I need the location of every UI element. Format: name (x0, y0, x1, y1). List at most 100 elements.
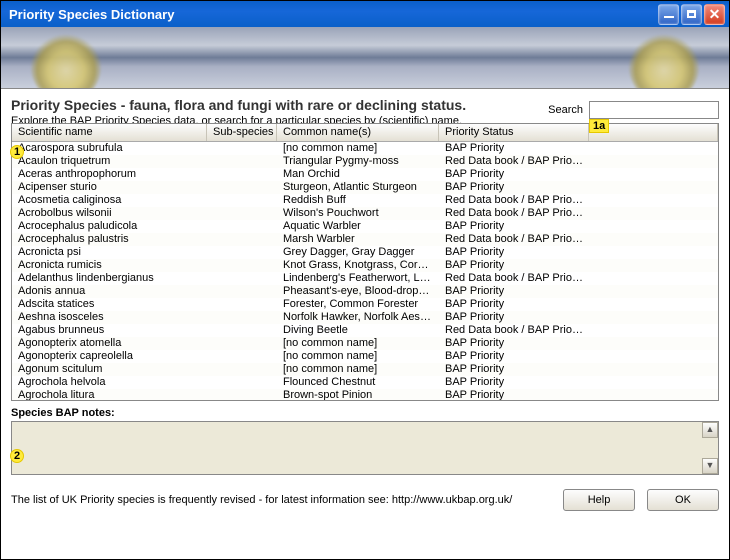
help-button[interactable]: Help (563, 489, 635, 511)
table-cell: Acipenser sturio (12, 181, 207, 194)
table-cell: Acrocephalus palustris (12, 233, 207, 246)
table-row[interactable]: Agrochola lituraBrown-spot PinionBAP Pri… (12, 389, 718, 401)
table-cell (207, 363, 277, 376)
table-cell: Agrochola helvola (12, 376, 207, 389)
table-row[interactable]: Agabus brunneusDiving BeetleRed Data boo… (12, 324, 718, 337)
table-cell (207, 311, 277, 324)
table-cell: Acrocephalus paludicola (12, 220, 207, 233)
table-cell (207, 259, 277, 272)
table-cell: Knot Grass, Knotgrass, Cornfield Kn... (277, 259, 439, 272)
table-cell: Acosmetia caliginosa (12, 194, 207, 207)
annotation-2: 2 (10, 449, 24, 463)
table-row[interactable]: Agonopterix atomella[no common name]BAP … (12, 337, 718, 350)
table-cell (207, 246, 277, 259)
col-scientific[interactable]: Scientific name (12, 124, 207, 141)
table-cell: Adscita statices (12, 298, 207, 311)
scroll-up-icon[interactable]: ▲ (702, 422, 718, 438)
table-row[interactable]: Acaulon triquetrum Triangular Pygmy-mossR… (12, 155, 718, 168)
search-input[interactable] (589, 101, 719, 119)
table-row[interactable]: Aeshna isoscelesNorfolk Hawker, Norfolk … (12, 311, 718, 324)
table-cell: Diving Beetle (277, 324, 439, 337)
table-cell: Red Data book / BAP Priority (439, 272, 589, 285)
table-cell: Lindenberg's Featherwort, Lindenbe... (277, 272, 439, 285)
table-row[interactable]: Agrochola helvola Flounced ChestnutBAP Pr… (12, 376, 718, 389)
table-cell (207, 285, 277, 298)
annotation-1: 1 (10, 145, 24, 159)
table-cell: [no common name] (277, 363, 439, 376)
table-cell (207, 272, 277, 285)
table-row[interactable]: Aceras anthropophorumMan OrchidBAP Prior… (12, 168, 718, 181)
col-subspecies[interactable]: Sub-species (207, 124, 277, 141)
table-cell: Flounced Chestnut (277, 376, 439, 389)
table-row[interactable]: Agonopterix capreolella[no common name]B… (12, 350, 718, 363)
table-row[interactable]: Acronicta rumicis Knot Grass, Knotgrass, … (12, 259, 718, 272)
table-cell: Acronicta psi (12, 246, 207, 259)
table-cell: Aceras anthropophorum (12, 168, 207, 181)
table-cell (207, 168, 277, 181)
table-cell: BAP Priority (439, 337, 589, 350)
table-cell: [no common name] (277, 142, 439, 155)
table-row[interactable]: Agonum scitulum[no common name]BAP Prior… (12, 363, 718, 376)
table-cell: BAP Priority (439, 285, 589, 298)
table-row[interactable]: Acrocephalus palustris Marsh WarblerRed D… (12, 233, 718, 246)
table-cell (207, 350, 277, 363)
table-cell (207, 181, 277, 194)
table-cell: Triangular Pygmy-moss (277, 155, 439, 168)
table-cell: Acaulon triquetrum (12, 155, 207, 168)
table-cell: BAP Priority (439, 311, 589, 324)
table-cell: Red Data book / BAP Priority (439, 324, 589, 337)
table-row[interactable]: Acosmetia caliginosaReddish BuffRed Data… (12, 194, 718, 207)
notes-scrollbar[interactable]: ▲ ▼ (702, 422, 718, 474)
scroll-down-icon[interactable]: ▼ (702, 458, 718, 474)
table-cell: Agonopterix atomella (12, 337, 207, 350)
minimize-button[interactable] (658, 4, 679, 25)
table-cell: Red Data book / BAP Priority (439, 233, 589, 246)
table-cell (207, 142, 277, 155)
species-grid: Scientific name Sub-species Common name(… (11, 123, 719, 401)
col-status[interactable]: Priority Status (439, 124, 589, 141)
table-cell: [no common name] (277, 350, 439, 363)
notes-textarea[interactable]: ▲ ▼ (11, 421, 719, 475)
close-button[interactable]: ✕ (704, 4, 725, 25)
table-row[interactable]: Acrocephalus paludicolaAquatic WarblerBA… (12, 220, 718, 233)
table-row[interactable]: Adscita statices Forester, Common Foreste… (12, 298, 718, 311)
table-cell: Red Data book / BAP Priority (439, 155, 589, 168)
table-cell: BAP Priority (439, 181, 589, 194)
table-cell: Acronicta rumicis (12, 259, 207, 272)
table-cell: BAP Priority (439, 389, 589, 401)
table-cell: Red Data book / BAP Priority (439, 207, 589, 220)
table-cell: Pheasant's-eye, Blood-drops, Adoni... (277, 285, 439, 298)
table-cell: BAP Priority (439, 376, 589, 389)
table-cell: BAP Priority (439, 142, 589, 155)
ok-button[interactable]: OK (647, 489, 719, 511)
table-cell: Acrobolbus wilsonii (12, 207, 207, 220)
table-cell: Aeshna isosceles (12, 311, 207, 324)
table-cell: BAP Priority (439, 298, 589, 311)
table-cell (207, 337, 277, 350)
table-cell: BAP Priority (439, 246, 589, 259)
table-row[interactable]: Acipenser sturioSturgeon, Atlantic Sturg… (12, 181, 718, 194)
table-cell: Adelanthus lindenbergianus (12, 272, 207, 285)
col-common[interactable]: Common name(s) (277, 124, 439, 141)
table-cell: Man Orchid (277, 168, 439, 181)
table-cell: Agonopterix capreolella (12, 350, 207, 363)
table-cell: Reddish Buff (277, 194, 439, 207)
table-cell (207, 207, 277, 220)
maximize-button[interactable] (681, 4, 702, 25)
table-cell (207, 376, 277, 389)
window-title: Priority Species Dictionary (9, 7, 174, 22)
table-row[interactable]: Adelanthus lindenbergianus Lindenberg's F… (12, 272, 718, 285)
table-cell (207, 324, 277, 337)
table-row[interactable]: Adonis annuaPheasant's-eye, Blood-drops,… (12, 285, 718, 298)
table-cell (207, 233, 277, 246)
table-row[interactable]: Acronicta psi Grey Dagger, Gray DaggerBAP… (12, 246, 718, 259)
table-cell: Forester, Common Forester (277, 298, 439, 311)
table-row[interactable]: Acarospora subrufula[no common name]BAP … (12, 142, 718, 155)
table-cell: Grey Dagger, Gray Dagger (277, 246, 439, 259)
table-cell: Wilson's Pouchwort (277, 207, 439, 220)
grid-body[interactable]: Acarospora subrufula[no common name]BAP … (12, 142, 718, 401)
table-row[interactable]: Acrobolbus wilsonii Wilson's PouchwortRed… (12, 207, 718, 220)
table-cell: Marsh Warbler (277, 233, 439, 246)
table-cell: Agrochola litura (12, 389, 207, 401)
table-cell (207, 194, 277, 207)
